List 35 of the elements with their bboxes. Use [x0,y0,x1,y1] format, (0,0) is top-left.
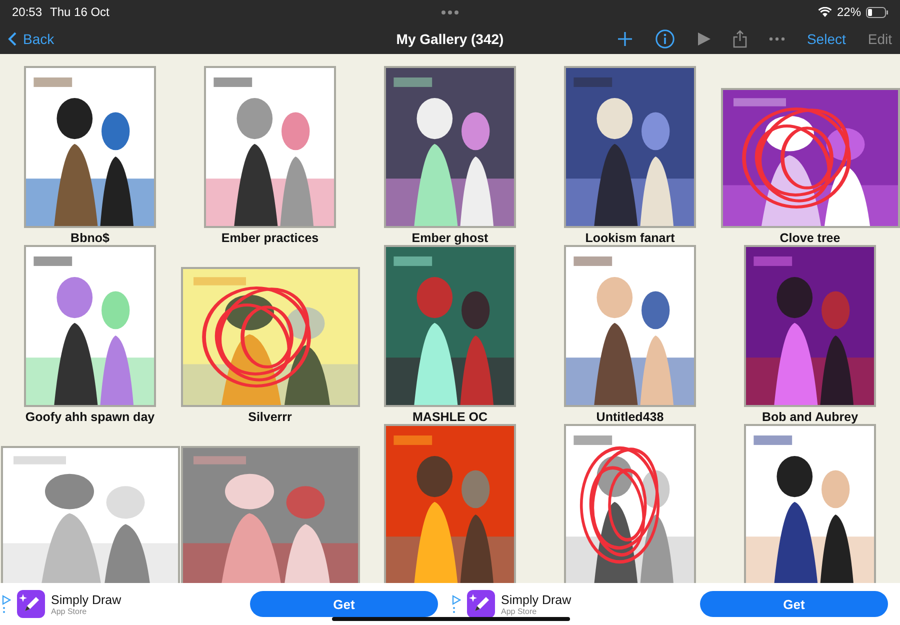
info-icon[interactable] [654,29,675,49]
pencil-app-icon [17,590,45,618]
ad-choices-icon[interactable] [2,594,11,614]
chevron-left-icon [8,32,17,46]
picture-title: MASHLE OC [412,410,488,424]
wifi-icon [818,7,832,17]
picture-title: Ember practices [221,231,319,245]
more-icon[interactable] [768,37,785,41]
battery-percent: 22% [836,5,861,19]
app-name: Simply Draw [501,592,572,606]
gallery-title: My Gallery (342) [396,31,504,47]
clock-time: 20:53 [12,5,42,19]
app-store-text: App Store [51,606,87,616]
picture-title: Clove tree [780,231,840,245]
battery-icon [866,6,888,18]
date-text: Thu 16 Oct [50,5,110,19]
app-store-text: App Store [501,606,537,616]
picture-title: Goofy ahh spawn day [25,410,155,424]
picture-title: Untitled438 [596,410,664,424]
pencil-app-icon [467,590,495,618]
add-icon[interactable] [616,31,633,47]
picture-title: Lookism fanart [585,231,675,245]
picture-title: Silverrr [248,410,292,424]
picture-title: Ember ghost [412,231,488,245]
select-button[interactable]: Select [806,29,846,49]
get-button[interactable]: Get [700,591,888,617]
picture-title: Bob and Aubrey [762,410,858,424]
ad-choices-icon[interactable] [452,594,461,614]
get-button[interactable]: Get [250,591,438,617]
play-icon[interactable] [696,32,711,46]
back-button[interactable]: Back [8,29,54,49]
share-icon[interactable] [732,30,747,48]
multitasking-dots-icon[interactable] [441,10,459,14]
app-name: Simply Draw [51,592,122,606]
picture-title: Bbno$ [70,231,110,245]
